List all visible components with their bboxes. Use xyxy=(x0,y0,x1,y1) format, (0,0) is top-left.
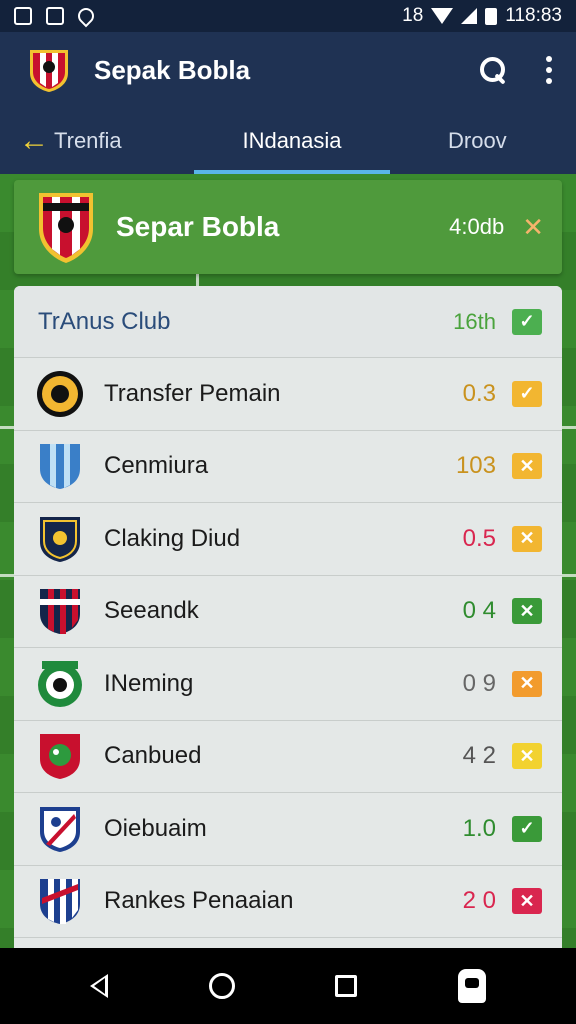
row-name: Oiebuaim xyxy=(104,814,207,842)
crest-red-icon xyxy=(40,589,80,635)
crest-blue-icon xyxy=(40,806,80,852)
list-item[interactable]: INeming 0 9 ✕ xyxy=(14,648,562,721)
match-title: Separ Bobla xyxy=(116,211,280,242)
row-name: Transfer Pemain xyxy=(104,379,281,407)
crest-gold-icon xyxy=(37,370,83,417)
row-value: 0.5 xyxy=(462,524,496,552)
row-value: 1.0 xyxy=(462,814,496,842)
list-item[interactable]: Cenmiura 103 ✕ xyxy=(14,431,562,503)
match-card[interactable]: Separ Bobla 4:0db ✕ xyxy=(14,180,562,274)
row-name: Cenmiura xyxy=(104,452,209,480)
list-item[interactable]: Oiebuaim 1.0 ✓ xyxy=(14,793,562,866)
close-icon[interactable]: ✕ xyxy=(512,743,542,770)
tab-bar: ← Trenfia INdanasia Droov xyxy=(0,108,576,174)
signal-icon xyxy=(461,8,478,24)
close-icon[interactable]: ✕ xyxy=(522,212,544,243)
list-header-value: 16th xyxy=(453,308,496,334)
row-value: 0 9 xyxy=(462,669,496,697)
row-name: INeming xyxy=(104,669,194,697)
app-bar: Sepak Bobla xyxy=(0,32,576,108)
list-item[interactable]: Rankes Penaaian 2 0 ✕ xyxy=(14,866,562,938)
close-icon[interactable]: ✕ xyxy=(512,525,542,552)
crest-dragon-icon xyxy=(40,734,80,780)
app-title: Sepak Bobla xyxy=(94,54,251,85)
battery-icon xyxy=(485,7,498,25)
tab-indanasia[interactable]: INdanasia xyxy=(194,108,390,174)
check-icon[interactable]: ✓ xyxy=(512,308,542,335)
search-icon[interactable] xyxy=(478,55,508,85)
navigation-bar xyxy=(0,948,576,1024)
row-value: 0 4 xyxy=(462,597,496,625)
row-name: Claking Diud xyxy=(104,524,241,552)
list-header-title: TrAnus Club xyxy=(38,307,171,335)
check-icon[interactable]: ✓ xyxy=(512,815,542,842)
tab-trenfia[interactable]: Trenfia xyxy=(54,108,194,174)
crest-sky-icon xyxy=(40,444,80,490)
list-header[interactable]: TrAnus Club 16th ✓ xyxy=(14,286,562,358)
image-icon xyxy=(14,7,32,25)
list-item[interactable]: Claking Diud 0.5 ✕ xyxy=(14,503,562,576)
row-name: Seeandk xyxy=(104,597,199,625)
row-value: 2 0 xyxy=(462,887,496,915)
tab-droov[interactable]: Droov xyxy=(448,108,507,174)
club-list: TrAnus Club 16th ✓ Transfer Pemain 0.3 ✓… xyxy=(14,286,562,948)
more-vert-icon[interactable] xyxy=(546,56,554,84)
list-item[interactable]: Seeandk 0 4 ✕ xyxy=(14,576,562,648)
crest-striped-icon xyxy=(40,879,80,925)
list-item[interactable]: Canbued 4 2 ✕ xyxy=(14,721,562,793)
row-name: Canbued xyxy=(104,742,202,770)
close-icon[interactable]: ✕ xyxy=(512,670,542,697)
match-club-logo-icon xyxy=(39,193,93,263)
list-item[interactable]: Transfer Pemain 0.3 ✓ xyxy=(14,358,562,431)
nav-home-icon[interactable] xyxy=(208,973,235,999)
network-label: 18 xyxy=(402,5,424,26)
close-icon[interactable]: ✕ xyxy=(512,453,542,480)
row-value: 4 2 xyxy=(462,742,496,770)
row-value: 0.3 xyxy=(462,379,496,407)
crest-green-icon xyxy=(38,660,82,707)
nav-recents-icon[interactable] xyxy=(335,975,358,997)
arrow-left-icon[interactable]: ← xyxy=(14,124,54,158)
row-value: 103 xyxy=(455,452,496,480)
photo-icon xyxy=(46,7,64,25)
close-icon[interactable]: ✕ xyxy=(512,598,542,625)
location-icon xyxy=(74,4,98,28)
nav-back-icon[interactable] xyxy=(90,974,109,998)
status-bar: 18 118:83 xyxy=(0,0,576,32)
crest-navy-icon xyxy=(40,516,80,562)
check-icon[interactable]: ✓ xyxy=(512,380,542,407)
close-icon[interactable]: ✕ xyxy=(512,888,542,915)
row-name: Rankes Penaaian xyxy=(104,887,294,915)
match-score: 4:0db xyxy=(449,214,505,239)
club-logo-icon[interactable] xyxy=(28,47,70,93)
wifi-icon xyxy=(431,8,454,24)
assistant-icon[interactable] xyxy=(457,969,486,1003)
status-time: 118:83 xyxy=(505,5,562,26)
